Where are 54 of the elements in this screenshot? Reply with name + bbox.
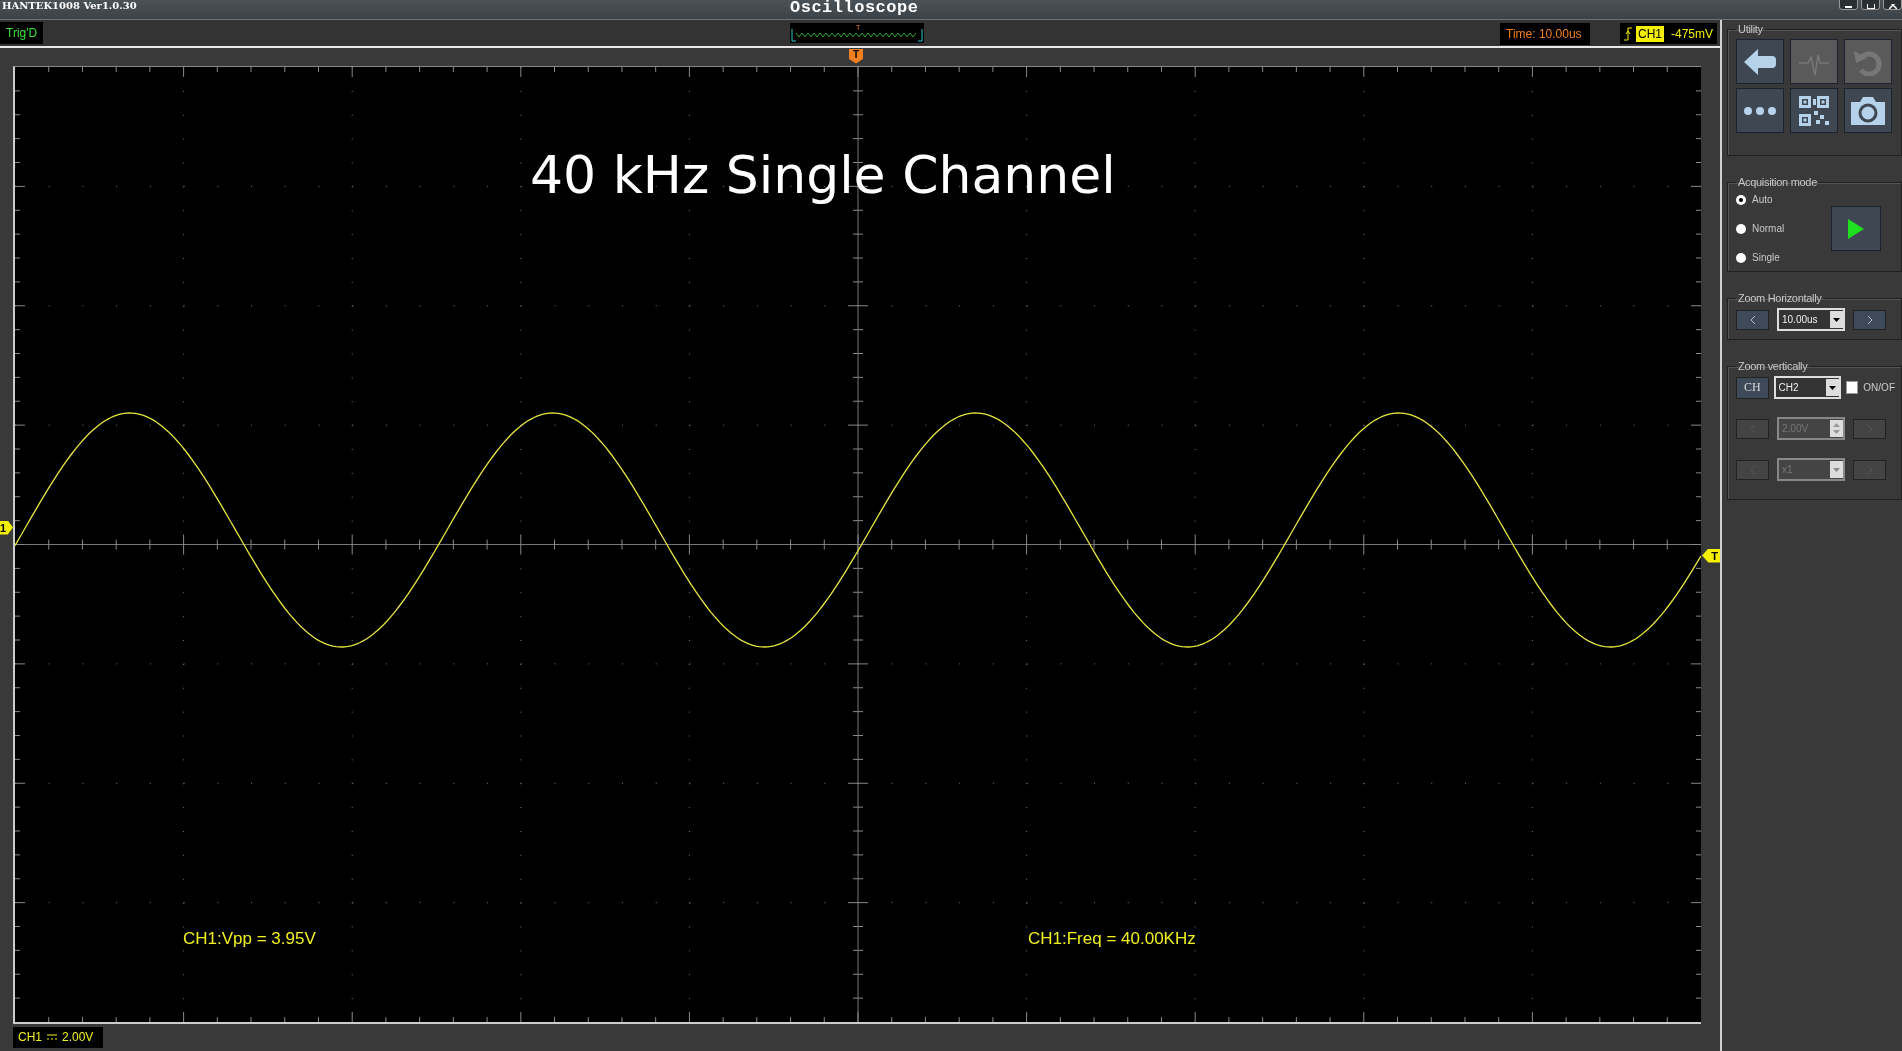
checkbox-label: ON/OF xyxy=(1863,382,1895,393)
radio-label: Auto xyxy=(1752,194,1773,205)
rising-edge-icon xyxy=(1624,26,1632,41)
select-value: CH2 xyxy=(1777,382,1799,393)
window-title: Oscilloscope xyxy=(790,0,919,17)
measurement-readout: CH1:Freq = 40.00KHz xyxy=(1028,928,1196,949)
app-version: HANTEK1008 Ver1.0.30 xyxy=(1,0,137,12)
group-title: Acquisition mode xyxy=(1737,176,1818,188)
chevron-left-icon xyxy=(1749,314,1756,325)
caret-icon xyxy=(1828,385,1836,390)
channel-marker[interactable]: 1 xyxy=(0,520,13,535)
trigger-channel: CH1 xyxy=(1636,25,1664,42)
channel-label: CH1 xyxy=(18,1030,42,1045)
trigger-position-marker[interactable]: T xyxy=(849,48,863,64)
radio-button[interactable] xyxy=(1736,252,1746,263)
caret-icon xyxy=(1833,467,1840,472)
measurement-readout: CH1:Vpp = 3.95V xyxy=(183,928,316,949)
more-icon xyxy=(1744,106,1776,115)
caret-icon xyxy=(1833,317,1840,322)
radio-label: Normal xyxy=(1752,223,1785,234)
group-title: Zoom vertically xyxy=(1737,360,1809,372)
checkbox[interactable] xyxy=(1845,381,1859,394)
trigger-level: -475mV xyxy=(1671,26,1714,41)
close-icon xyxy=(1888,4,1897,9)
dc-coupling-icon xyxy=(47,1034,57,1041)
more-button[interactable] xyxy=(1736,88,1784,133)
chevron-right-icon xyxy=(1866,314,1873,325)
maximize-icon xyxy=(1866,4,1875,9)
select-value: 10.00us xyxy=(1781,314,1818,325)
channel-button[interactable]: CH xyxy=(1736,376,1769,399)
back-button[interactable] xyxy=(1736,39,1784,84)
qr-button[interactable] xyxy=(1790,88,1838,133)
annotation-title: 40 kHz Single Channel xyxy=(530,144,1116,205)
arrow-left-icon xyxy=(1744,48,1776,75)
radio-button[interactable] xyxy=(1736,223,1746,234)
camera-button[interactable] xyxy=(1844,88,1892,133)
run-button[interactable] xyxy=(1831,206,1881,251)
dropdown-button[interactable] xyxy=(1825,379,1839,396)
camera-icon xyxy=(1851,96,1885,125)
channel-select[interactable]: CH2 xyxy=(1773,376,1841,399)
timebase-select[interactable]: 10.00us xyxy=(1777,308,1845,331)
radio-label: Single xyxy=(1752,252,1780,263)
spin-arrows-icon xyxy=(1833,422,1840,435)
qr-code-icon xyxy=(1799,95,1829,126)
radio-button[interactable] xyxy=(1736,194,1746,205)
trigger-status: Trig'D xyxy=(0,21,44,44)
dropdown-button[interactable] xyxy=(1830,311,1843,328)
minimize-icon xyxy=(1845,5,1852,9)
volts-per-div: 2.00V xyxy=(62,1030,94,1045)
group-title: Zoom Horizontally xyxy=(1737,292,1823,304)
time-base: Time: 10.00us xyxy=(1500,23,1590,45)
trigger-level-marker[interactable]: T xyxy=(1702,548,1720,563)
play-icon xyxy=(1848,218,1864,239)
group-title: Utility xyxy=(1737,23,1764,35)
